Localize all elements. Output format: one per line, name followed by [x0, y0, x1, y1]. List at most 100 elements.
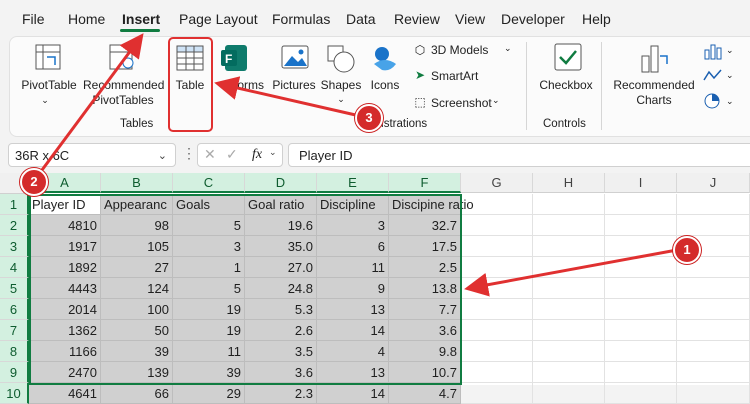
- cell-g4[interactable]: [461, 257, 533, 278]
- cancel-icon[interactable]: ✕: [204, 146, 216, 163]
- cell-f2[interactable]: 32.7: [389, 215, 461, 236]
- name-box[interactable]: 36R x 6C ⌄: [8, 143, 176, 167]
- cell-h7[interactable]: [533, 320, 605, 341]
- cell-i5[interactable]: [605, 278, 677, 299]
- menu-page-layout[interactable]: Page Layout: [179, 11, 258, 27]
- cell-j9[interactable]: [677, 362, 750, 383]
- cell-h9[interactable]: [533, 362, 605, 383]
- cell-d1[interactable]: Goal ratio: [245, 194, 317, 215]
- cell-e7[interactable]: 14: [317, 320, 389, 341]
- column-header-f[interactable]: F: [389, 173, 461, 193]
- menu-developer[interactable]: Developer: [501, 11, 565, 27]
- cell-f6[interactable]: 7.7: [389, 299, 461, 320]
- insert-function-icon[interactable]: fx: [252, 147, 262, 163]
- row-header-8[interactable]: 8: [0, 341, 29, 362]
- cell-h1[interactable]: [533, 194, 605, 215]
- chevron-down-icon[interactable]: ⌄: [158, 144, 167, 168]
- column-header-d[interactable]: D: [245, 173, 317, 193]
- cell-b3[interactable]: 105: [101, 236, 173, 257]
- cell-c9[interactable]: 39: [173, 362, 245, 383]
- cell-d3[interactable]: 35.0: [245, 236, 317, 257]
- cell-d2[interactable]: 19.6: [245, 215, 317, 236]
- cell-f1[interactable]: Discipine ratio: [389, 194, 474, 215]
- cell-c10[interactable]: 29: [173, 383, 245, 404]
- cell-j1[interactable]: [677, 194, 750, 215]
- cell-a4[interactable]: 1892: [29, 257, 101, 278]
- cell-i9[interactable]: [605, 362, 677, 383]
- cell-b8[interactable]: 39: [101, 341, 173, 362]
- menu-formulas[interactable]: Formulas: [272, 11, 330, 27]
- cell-f3[interactable]: 17.5: [389, 236, 461, 257]
- cell-f10[interactable]: 4.7: [389, 383, 461, 404]
- cell-h4[interactable]: [533, 257, 605, 278]
- cell-f8[interactable]: 9.8: [389, 341, 461, 362]
- cell-i4[interactable]: [605, 257, 677, 278]
- cell-j10[interactable]: [677, 383, 750, 404]
- cell-c8[interactable]: 11: [173, 341, 245, 362]
- cell-d8[interactable]: 3.5: [245, 341, 317, 362]
- row-header-2[interactable]: 2: [0, 215, 29, 236]
- cell-e1[interactable]: Discipline: [317, 194, 389, 215]
- cell-d9[interactable]: 3.6: [245, 362, 317, 383]
- row-header-5[interactable]: 5: [0, 278, 29, 299]
- cell-i6[interactable]: [605, 299, 677, 320]
- cell-c2[interactable]: 5: [173, 215, 245, 236]
- row-header-4[interactable]: 4: [0, 257, 29, 278]
- cell-c6[interactable]: 19: [173, 299, 245, 320]
- cell-h2[interactable]: [533, 215, 605, 236]
- cell-h5[interactable]: [533, 278, 605, 299]
- cell-a2[interactable]: 4810: [29, 215, 101, 236]
- cell-c3[interactable]: 3: [173, 236, 245, 257]
- cell-f9[interactable]: 10.7: [389, 362, 461, 383]
- cell-a7[interactable]: 1362: [29, 320, 101, 341]
- cell-b6[interactable]: 100: [101, 299, 173, 320]
- cell-a5[interactable]: 4443: [29, 278, 101, 299]
- cell-a3[interactable]: 1917: [29, 236, 101, 257]
- cell-a10[interactable]: 4641: [29, 383, 101, 404]
- menu-review[interactable]: Review: [394, 11, 440, 27]
- column-header-h[interactable]: H: [533, 173, 605, 193]
- row-header-6[interactable]: 6: [0, 299, 29, 320]
- cell-h6[interactable]: [533, 299, 605, 320]
- cell-e2[interactable]: 3: [317, 215, 389, 236]
- cell-h10[interactable]: [533, 383, 605, 404]
- cell-h8[interactable]: [533, 341, 605, 362]
- cell-b1[interactable]: Appearanc: [101, 194, 173, 215]
- menu-data[interactable]: Data: [346, 11, 376, 27]
- cell-g1[interactable]: [461, 194, 533, 215]
- cell-j8[interactable]: [677, 341, 750, 362]
- cell-e6[interactable]: 13: [317, 299, 389, 320]
- cell-c4[interactable]: 1: [173, 257, 245, 278]
- cell-g8[interactable]: [461, 341, 533, 362]
- cell-g7[interactable]: [461, 320, 533, 341]
- row-header-10[interactable]: 10: [0, 383, 29, 404]
- column-header-i[interactable]: I: [605, 173, 677, 193]
- cell-i1[interactable]: [605, 194, 677, 215]
- cell-i10[interactable]: [605, 383, 677, 404]
- cell-a8[interactable]: 1166: [29, 341, 101, 362]
- cell-g9[interactable]: [461, 362, 533, 383]
- cell-i7[interactable]: [605, 320, 677, 341]
- menu-home[interactable]: Home: [68, 11, 105, 27]
- chevron-down-icon[interactable]: ⌄: [269, 147, 277, 158]
- cell-f4[interactable]: 2.5: [389, 257, 461, 278]
- cell-j7[interactable]: [677, 320, 750, 341]
- cell-g6[interactable]: [461, 299, 533, 320]
- cell-e3[interactable]: 6: [317, 236, 389, 257]
- formula-input[interactable]: Player ID: [288, 143, 750, 167]
- cell-b5[interactable]: 124: [101, 278, 173, 299]
- cell-e5[interactable]: 9: [317, 278, 389, 299]
- cell-a6[interactable]: 2014: [29, 299, 101, 320]
- cell-d4[interactable]: 27.0: [245, 257, 317, 278]
- column-header-c[interactable]: C: [173, 173, 245, 193]
- cell-b9[interactable]: 139: [101, 362, 173, 383]
- cell-d10[interactable]: 2.3: [245, 383, 317, 404]
- cell-d7[interactable]: 2.6: [245, 320, 317, 341]
- row-header-7[interactable]: 7: [0, 320, 29, 341]
- cell-b4[interactable]: 27: [101, 257, 173, 278]
- cell-j5[interactable]: [677, 278, 750, 299]
- cell-f5[interactable]: 13.8: [389, 278, 461, 299]
- column-header-g[interactable]: G: [461, 173, 533, 193]
- cell-i8[interactable]: [605, 341, 677, 362]
- cell-e8[interactable]: 4: [317, 341, 389, 362]
